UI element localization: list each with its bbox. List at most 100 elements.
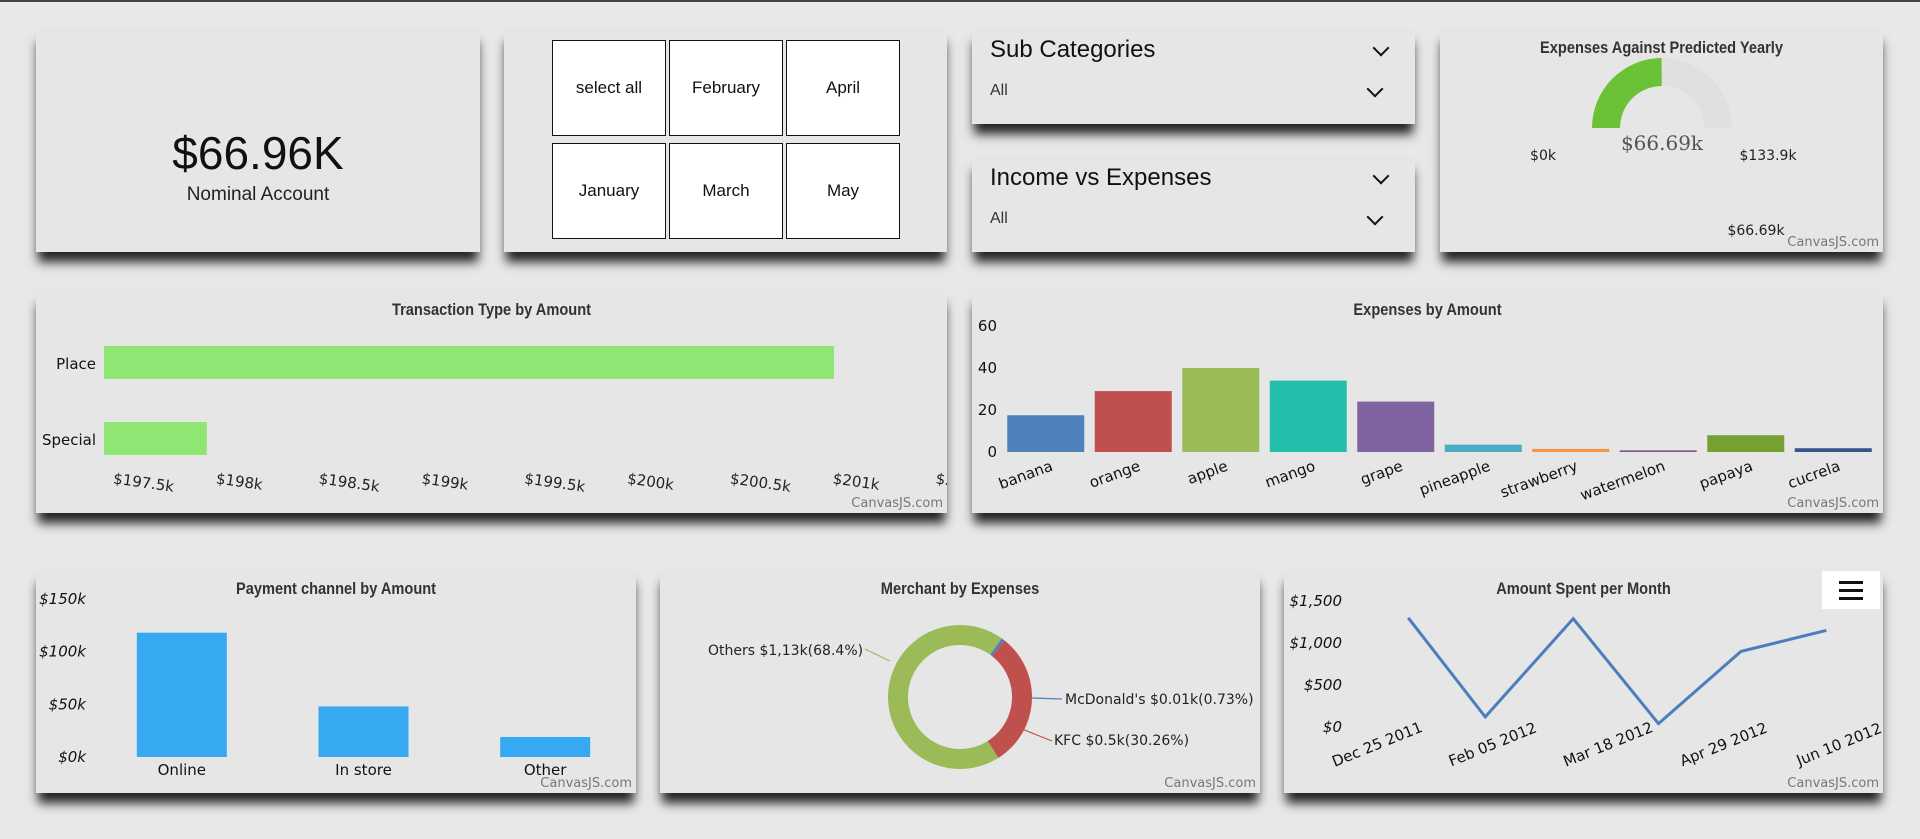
income-vs-expenses-value: All xyxy=(990,210,1008,227)
monthly-line[interactable] xyxy=(1407,616,1827,726)
expenses-by-amount-card: Expenses by Amount 0 20 40 60 banana orange ap… xyxy=(972,290,1883,513)
expenses-category-label: grape xyxy=(1358,457,1405,489)
merchant-slice-label: Others $1,13k(68.4%) xyxy=(708,643,863,659)
expenses-category-label: apple xyxy=(1185,457,1230,488)
expenses-category-label: watermelon xyxy=(1578,457,1668,504)
kpi-value: $66.96K xyxy=(172,127,344,179)
monthly-x-tick-label: Jun 10 2012 xyxy=(1793,719,1883,770)
payment-bar[interactable] xyxy=(136,632,227,757)
expenses-bar[interactable] xyxy=(1707,435,1785,452)
merchant-slice[interactable] xyxy=(987,640,1032,758)
expenses-category-label: pineapple xyxy=(1417,457,1493,499)
transaction-bar[interactable] xyxy=(104,422,207,455)
monthly-y-tick-label: $500 xyxy=(1304,676,1342,694)
monthly-x-tick-label: Mar 18 2012 xyxy=(1561,718,1656,770)
monthly-chart: $0 $500 $1,000 $1,500 Dec 25 2011 Feb 05 2012… xyxy=(1290,592,1884,771)
expenses-bar[interactable] xyxy=(1357,401,1435,452)
gauge-chart: $66.69k $0k $133.9k $66.69k xyxy=(1530,58,1797,239)
expenses-bar[interactable] xyxy=(1619,450,1697,452)
expenses-bar[interactable] xyxy=(1444,444,1522,452)
chart-credit[interactable]: CanvasJS.com xyxy=(851,496,943,511)
expenses-category-label: strawberry xyxy=(1498,457,1580,502)
chart-credit[interactable]: CanvasJS.com xyxy=(540,776,632,791)
payment-y-tick-label: $50k xyxy=(49,695,88,713)
transaction-x-tick-label: $199k xyxy=(421,469,470,493)
expenses-bar[interactable] xyxy=(1182,368,1260,452)
expenses-y-tick-label: 20 xyxy=(978,401,997,419)
merchant-slice[interactable] xyxy=(888,625,1002,769)
payment-bar[interactable] xyxy=(500,736,591,757)
expenses-category-label: mango xyxy=(1263,457,1318,492)
month-button-february[interactable]: February xyxy=(669,40,783,136)
chevron-down-icon xyxy=(1366,208,1384,226)
merchant-label-line xyxy=(1031,697,1063,700)
transaction-category-label: Place xyxy=(56,355,96,373)
expenses-bar[interactable] xyxy=(1007,415,1085,452)
monthly-y-tick-label: $1,500 xyxy=(1290,592,1343,610)
month-button-select-all[interactable]: select all xyxy=(552,40,666,136)
expenses-y-tick-label: 0 xyxy=(987,443,997,461)
collapse-chevron-icon[interactable] xyxy=(1372,167,1390,185)
chevron-down-icon xyxy=(1366,80,1384,98)
payment-category-label: Online xyxy=(158,761,206,779)
transaction-x-tick-label: $201.5k xyxy=(935,469,947,495)
monthly-x-tick-label: Apr 29 2012 xyxy=(1677,719,1770,770)
gauge-card: Expenses Against Predicted Yearly $66.69… xyxy=(1440,28,1883,252)
payment-category-label: In store xyxy=(335,761,392,779)
expenses-bar[interactable] xyxy=(1794,448,1872,452)
chart-credit[interactable]: CanvasJS.com xyxy=(1787,496,1879,511)
monthly-x-tick-label: Feb 05 2012 xyxy=(1446,719,1539,771)
expenses-category-label: cucrela xyxy=(1785,457,1842,493)
chart-menu-button[interactable] xyxy=(1822,571,1880,609)
sub-categories-select[interactable]: All xyxy=(990,76,1397,106)
expenses-bar[interactable] xyxy=(1269,380,1347,452)
sub-categories-filter: Sub Categories All xyxy=(972,28,1415,124)
sub-categories-title: Sub Categories xyxy=(990,36,1156,63)
merchant-slice-label: KFC $0.5k(30.26%) xyxy=(1054,733,1189,749)
gauge-center-label: $66.69k xyxy=(1621,131,1704,155)
collapse-chevron-icon[interactable] xyxy=(1372,39,1390,57)
payment-y-tick-label: $100k xyxy=(39,643,87,661)
payment-y-tick-label: $0k xyxy=(58,748,87,766)
chart-credit[interactable]: CanvasJS.com xyxy=(1787,235,1879,250)
gauge-value-label: $66.69k xyxy=(1727,223,1785,239)
month-filter-card: select all February April January March … xyxy=(504,28,947,252)
payment-channel-card: Payment channel by Amount $0k $50k $100k $1… xyxy=(36,569,636,793)
expenses-bar[interactable] xyxy=(1094,391,1172,452)
payment-bar[interactable] xyxy=(318,706,409,757)
transaction-x-tick-label: $199.5k xyxy=(523,469,586,495)
expenses-y-tick-label: 40 xyxy=(978,359,997,377)
sub-categories-value: All xyxy=(990,82,1008,99)
expenses-y-tick-label: 60 xyxy=(978,317,997,335)
month-button-march[interactable]: March xyxy=(669,143,783,239)
income-vs-expenses-title: Income vs Expenses xyxy=(990,164,1212,191)
income-vs-expenses-select[interactable]: All xyxy=(990,204,1397,234)
gauge-max-label: $133.9k xyxy=(1739,148,1797,164)
hamburger-icon xyxy=(1839,580,1863,584)
amount-per-month-card: Amount Spent per Month $0 $500 $1,000 $1,50… xyxy=(1284,569,1883,793)
expenses-category-label: orange xyxy=(1087,457,1143,492)
income-vs-expenses-filter: Income vs Expenses All xyxy=(972,156,1415,252)
gauge-min-label: $0k xyxy=(1530,148,1557,164)
chart-credit[interactable]: CanvasJS.com xyxy=(1787,776,1879,791)
chart-credit[interactable]: CanvasJS.com xyxy=(1164,776,1256,791)
merchant-label-line xyxy=(864,648,891,662)
month-button-january[interactable]: January xyxy=(552,143,666,239)
merchant-card: Merchant by Expenses Others $1,13k(68.4%… xyxy=(660,569,1260,793)
month-button-may[interactable]: May xyxy=(786,143,900,239)
transaction-x-tick-label: $200k xyxy=(626,469,675,493)
payment-chart: $0k$50k$100k$150kOnline In store Other xyxy=(39,590,591,779)
transaction-x-tick-label: $198k xyxy=(215,469,264,493)
transaction-x-tick-label: $200.5k xyxy=(729,469,792,495)
gauge-fill xyxy=(1592,58,1662,128)
monthly-y-tick-label: $0 xyxy=(1323,718,1342,736)
month-button-april[interactable]: April xyxy=(786,40,900,136)
monthly-y-tick-label: $1,000 xyxy=(1290,634,1343,652)
expenses-bar[interactable] xyxy=(1532,448,1610,452)
transaction-x-tick-label: $198.5k xyxy=(318,469,381,495)
merchant-slice-label: McDonald's $0.01k(0.73%) xyxy=(1065,692,1254,708)
transaction-bar[interactable] xyxy=(104,346,834,379)
transaction-x-tick-label: $197.5k xyxy=(112,469,175,495)
expenses-category-label: papaya xyxy=(1697,457,1755,493)
expenses-category-label: banana xyxy=(996,457,1055,493)
